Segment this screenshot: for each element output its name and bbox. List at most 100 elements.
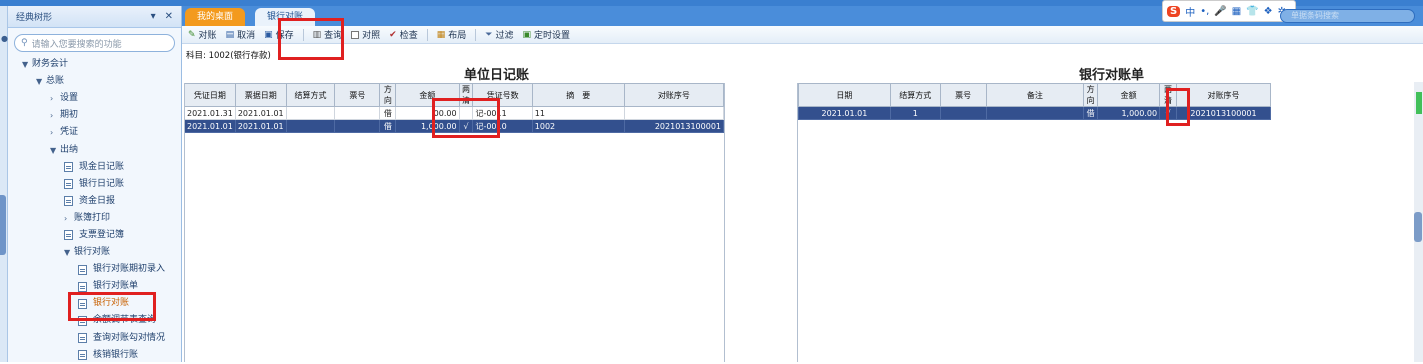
tab-bank-reconcile[interactable]: 银行对账 [255,8,316,26]
vertical-scrollbar[interactable] [1414,82,1423,362]
expand-icon[interactable]: ● [1,34,8,43]
table-cell[interactable]: 2021.01.01 [798,106,891,120]
ime-item-icon[interactable]: 🎤 [1214,6,1226,17]
table-cell[interactable]: 1,000.00 [1097,106,1161,120]
table-cell[interactable]: 借 [379,119,397,133]
sidebar-item[interactable]: › 凭证 [8,124,181,141]
column-header[interactable]: 对账序号 [1176,83,1271,107]
sidebar-item[interactable]: 核销银行账 [8,347,181,364]
table-cell[interactable] [458,106,474,120]
column-header[interactable]: 票号 [939,83,987,107]
scrollbar-thumb[interactable] [1414,212,1422,242]
sidebar-item[interactable]: ▼ 出纳 [8,141,181,158]
table-cell[interactable]: 2021.01.01 [184,119,236,133]
table-cell[interactable]: 2021.01.31 [184,106,236,120]
column-header[interactable]: 两清 [1159,83,1178,107]
sidebar-item[interactable]: › 账簿打印 [8,210,181,227]
sidebar-item[interactable]: 银行对账期初录入 [8,261,181,278]
chevron-right-icon[interactable]: › [50,107,60,124]
save-button[interactable]: ▣ 保存 [264,28,294,42]
chevron-down-icon[interactable]: ▼ [22,56,32,73]
ime-item-icon[interactable]: 👕 [1246,6,1258,17]
column-header[interactable]: 票据日期 [234,83,287,107]
table-cell[interactable]: 记-0010 [472,119,533,133]
column-header[interactable]: 凭证号数 [472,83,533,107]
table-cell[interactable]: 记-0011 [472,106,533,120]
table-cell[interactable]: 2021013100001 [1176,106,1271,120]
sidebar-item[interactable]: › 期初 [8,107,181,124]
table-cell[interactable] [334,106,381,120]
column-header[interactable]: 凭证日期 [184,83,236,107]
query-button[interactable]: ▥ 查询 [313,28,343,42]
column-header[interactable]: 两清 [458,83,474,107]
sogou-logo-icon[interactable]: S [1167,5,1181,17]
sidebar-item[interactable]: 银行对账单 [8,278,181,295]
chevron-right-icon[interactable]: › [64,210,74,227]
sidebar-search[interactable]: ⚲ 请输入您要搜索的功能 [14,34,175,52]
table-row[interactable]: 2021.01.01 1 借 1,000.00 √ 2021013100001 [798,106,1271,120]
compare-checkbox[interactable] [351,30,360,39]
ime-item-icon[interactable]: •, [1200,6,1209,17]
table-cell[interactable]: 1 [889,106,941,120]
table-cell[interactable]: 2021013100001 [623,119,725,133]
barcode-search-input[interactable]: 单据条码搜索 [1280,9,1415,23]
table-cell[interactable]: √ [1159,106,1178,120]
table-cell[interactable]: 1,000.00 [395,119,460,133]
compare-toggle[interactable]: 对照 [351,28,380,41]
sidebar-item[interactable]: › 设置 [8,90,181,107]
column-header[interactable]: 金额 [1097,83,1161,107]
ime-item-icon[interactable]: ❖ [1264,6,1273,17]
table-row[interactable]: 2021.01.31 2021.01.01 借 00.00 记-0011 11 [184,106,725,120]
sidebar-search-input[interactable]: 请输入您要搜索的功能 [32,37,122,50]
column-header[interactable]: 票号 [334,83,381,107]
sidebar-item[interactable]: ▼ 财务会计 [8,56,181,73]
sidebar-item[interactable]: 银行日记账 [8,176,181,193]
layout-button[interactable]: ▦ 布局 [437,28,467,42]
sidebar-resize-handle[interactable] [0,195,6,255]
column-header[interactable]: 方向 [1083,83,1099,107]
column-header[interactable]: 摘 要 [531,83,625,107]
column-header[interactable]: 金额 [395,83,460,107]
column-header[interactable]: 日期 [798,83,891,107]
column-header[interactable]: 结算方式 [285,83,336,107]
table-row[interactable]: 2021.01.01 2021.01.01 借 1,000.00 √ 记-0010 1002… [184,119,725,133]
chevron-right-icon[interactable]: › [50,90,60,107]
table-cell[interactable] [285,119,336,133]
tab-my-desktop[interactable]: 我的桌面 [185,8,246,26]
filter-button[interactable]: ⏷ 过滤 [485,28,513,42]
reconcile-button[interactable]: ✎ 对账 [188,28,217,42]
column-header[interactable]: 结算方式 [889,83,941,107]
sidebar-item[interactable]: 现金日记账 [8,159,181,176]
chevron-right-icon[interactable]: › [50,124,60,141]
cancel-button[interactable]: ▤ 取消 [226,28,256,42]
sidebar-item[interactable]: 资金日报 [8,193,181,210]
table-cell[interactable]: 00.00 [395,106,460,120]
table-cell[interactable] [939,106,987,120]
schedule-button[interactable]: ▣ 定时设置 [522,28,570,42]
table-cell[interactable]: 11 [531,106,625,120]
ime-toolbar[interactable]: S中•,🎤▦👕❖✲ [1162,0,1296,22]
table-cell[interactable]: 1002 [531,119,625,133]
table-cell[interactable]: 借 [1083,106,1099,120]
sidebar-item[interactable]: 银行对账 [8,295,181,312]
chevron-down-icon[interactable]: ▼ [50,142,60,159]
sidebar-item[interactable]: ▼ 银行对账 [8,244,181,261]
chevron-down-icon[interactable]: ▼ [36,73,46,90]
table-cell[interactable] [623,106,725,120]
column-header[interactable]: 备注 [985,83,1085,107]
ime-item-icon[interactable]: 中 [1185,4,1195,19]
table-cell[interactable] [285,106,336,120]
sidebar-item[interactable]: 支票登记簿 [8,227,181,244]
column-header[interactable]: 对账序号 [623,83,725,107]
table-cell[interactable]: 2021.01.01 [234,119,287,133]
sidebar-item[interactable]: 余额调节表查询 [8,312,181,329]
check-button[interactable]: ✔ 检查 [389,28,418,42]
table-cell[interactable]: 借 [379,106,397,120]
table-cell[interactable] [985,106,1085,120]
column-header[interactable]: 方向 [379,83,397,107]
table-cell[interactable]: 2021.01.01 [234,106,287,120]
sidebar-item[interactable]: 查询对账勾对情况 [8,330,181,347]
pin-icon[interactable]: ▾ [151,11,156,22]
ime-item-icon[interactable]: ▦ [1232,6,1241,17]
sidebar-item[interactable]: ▼ 总账 [8,73,181,90]
